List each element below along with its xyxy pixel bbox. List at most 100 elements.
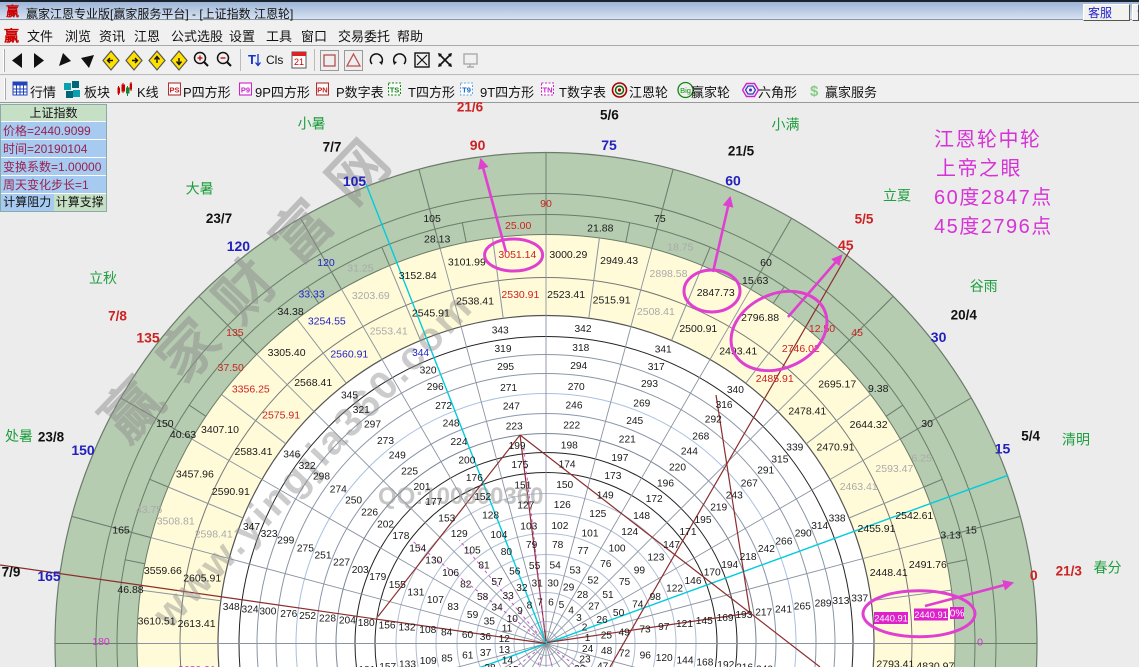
svg-text:36: 36: [480, 632, 492, 643]
svg-text:3051.14: 3051.14: [498, 249, 536, 261]
svg-text:3457.96: 3457.96: [176, 468, 214, 480]
svg-text:2523.41: 2523.41: [547, 289, 585, 301]
svg-text:345: 345: [341, 390, 358, 401]
svg-text:50: 50: [613, 608, 625, 619]
svg-text:5/5: 5/5: [855, 212, 874, 227]
svg-text:174: 174: [559, 459, 576, 470]
svg-text:294: 294: [570, 361, 587, 372]
svg-text:296: 296: [427, 382, 444, 393]
svg-text:56: 56: [509, 567, 521, 578]
svg-text:318: 318: [572, 343, 589, 354]
svg-text:120: 120: [317, 257, 335, 269]
svg-text:28: 28: [577, 590, 589, 601]
svg-text:268: 268: [692, 431, 709, 442]
svg-text:20/4: 20/4: [951, 308, 978, 323]
svg-text:244: 244: [681, 447, 698, 458]
svg-text:272: 272: [435, 401, 452, 412]
svg-text:立秋: 立秋: [89, 270, 117, 286]
svg-text:3254.55: 3254.55: [308, 316, 346, 328]
svg-text:15: 15: [965, 524, 977, 536]
svg-text:清明: 清明: [1062, 431, 1090, 447]
svg-text:265: 265: [794, 602, 811, 613]
svg-text:225: 225: [401, 466, 418, 477]
svg-text:2485.91: 2485.91: [756, 373, 794, 385]
svg-text:223: 223: [506, 421, 523, 432]
svg-text:178: 178: [392, 531, 409, 542]
svg-text:275: 275: [297, 543, 314, 554]
svg-text:45: 45: [838, 237, 854, 253]
svg-text:T9: T9: [462, 86, 471, 95]
svg-text:32: 32: [516, 583, 528, 594]
svg-text:292: 292: [705, 415, 722, 426]
svg-text:269: 269: [633, 398, 650, 409]
svg-text:228: 228: [319, 613, 336, 624]
svg-text:0%: 0%: [950, 609, 965, 620]
svg-text:99: 99: [634, 565, 646, 576]
svg-text:156: 156: [379, 620, 396, 631]
svg-text:165: 165: [37, 568, 61, 584]
svg-text:341: 341: [655, 345, 672, 356]
svg-text:266: 266: [775, 537, 792, 548]
svg-text:2553.41: 2553.41: [370, 326, 408, 338]
svg-text:6: 6: [548, 597, 554, 608]
svg-text:11: 11: [502, 624, 513, 635]
svg-text:319: 319: [495, 344, 512, 355]
svg-text:199: 199: [509, 441, 526, 452]
svg-text:120: 120: [656, 653, 673, 664]
svg-text:148: 148: [633, 511, 650, 522]
svg-text:3508.81: 3508.81: [157, 516, 195, 528]
svg-text:122: 122: [666, 584, 683, 595]
svg-text:2515.91: 2515.91: [593, 294, 631, 306]
svg-text:338: 338: [829, 514, 846, 525]
svg-text:173: 173: [604, 471, 621, 482]
svg-text:192: 192: [717, 660, 734, 667]
svg-text:320: 320: [420, 365, 437, 376]
svg-text:252: 252: [299, 611, 316, 622]
svg-text:5: 5: [559, 600, 565, 611]
svg-text:46.88: 46.88: [117, 584, 143, 596]
svg-text:344: 344: [412, 348, 429, 359]
svg-text:227: 227: [333, 558, 350, 569]
svg-text:147: 147: [663, 540, 680, 551]
svg-text:144: 144: [677, 655, 694, 666]
svg-text:58: 58: [477, 592, 489, 603]
svg-text:8: 8: [527, 601, 533, 612]
svg-text:250: 250: [345, 496, 362, 507]
svg-text:34: 34: [491, 603, 503, 614]
svg-text:27: 27: [588, 601, 600, 612]
svg-text:TN: TN: [543, 86, 553, 95]
svg-text:323: 323: [261, 529, 278, 540]
svg-text:3000.29: 3000.29: [549, 249, 587, 261]
svg-text:343: 343: [492, 325, 509, 336]
svg-text:处暑: 处暑: [5, 428, 33, 444]
svg-text:23/8: 23/8: [38, 430, 65, 445]
svg-text:298: 298: [313, 472, 330, 483]
svg-text:168: 168: [696, 658, 713, 667]
svg-text:152: 152: [474, 492, 491, 503]
svg-text:51: 51: [602, 590, 614, 601]
svg-text:2695.17: 2695.17: [818, 379, 856, 391]
svg-text:226: 226: [361, 508, 378, 519]
svg-text:135: 135: [226, 327, 244, 339]
svg-text:297: 297: [364, 419, 381, 430]
svg-text:100: 100: [609, 544, 626, 555]
svg-text:291: 291: [757, 466, 774, 477]
svg-text:135: 135: [136, 329, 160, 345]
svg-text:大暑: 大暑: [186, 181, 214, 197]
svg-text:249: 249: [389, 451, 406, 462]
svg-text:15: 15: [995, 441, 1011, 457]
svg-text:5/4: 5/4: [1021, 428, 1040, 443]
svg-text:224: 224: [451, 437, 468, 448]
svg-text:2538.41: 2538.41: [456, 295, 494, 307]
svg-text:29: 29: [563, 582, 575, 593]
svg-text:171: 171: [680, 527, 697, 538]
svg-text:37: 37: [480, 648, 492, 659]
svg-text:109: 109: [420, 656, 437, 667]
svg-text:26: 26: [596, 615, 608, 626]
svg-text:107: 107: [427, 595, 444, 606]
svg-text:83: 83: [447, 602, 459, 613]
svg-text:2796.88: 2796.88: [741, 312, 779, 324]
svg-text:33.33: 33.33: [298, 288, 324, 300]
svg-text:2793.41: 2793.41: [876, 658, 914, 667]
svg-text:80: 80: [501, 547, 513, 558]
